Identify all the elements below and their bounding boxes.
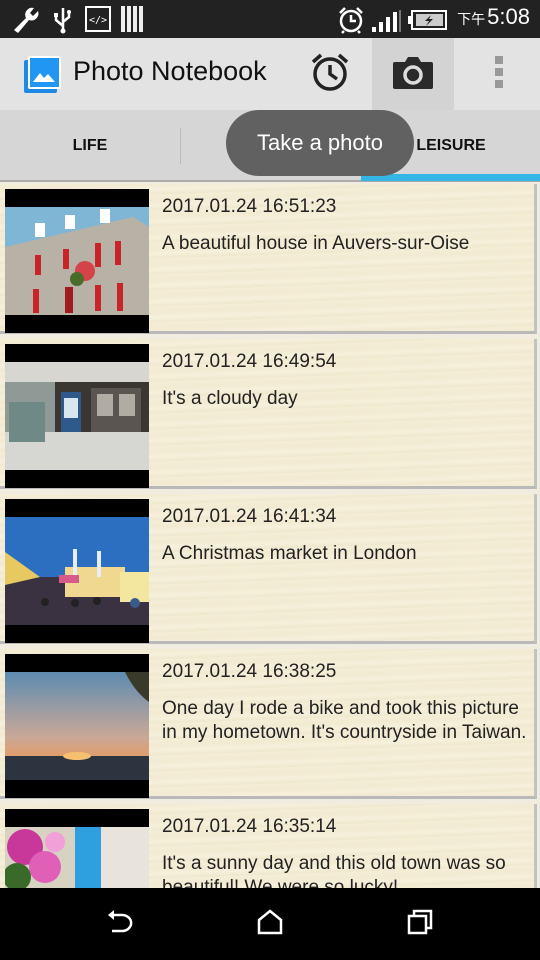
home-button[interactable] <box>240 906 300 942</box>
christmas-market-photo <box>5 517 149 625</box>
navigation-bar <box>0 888 540 960</box>
status-bar: </> 下午5:08 <box>0 0 540 38</box>
entry-description: One day I rode a bike and took this pict… <box>162 698 527 743</box>
camera-icon <box>392 54 434 94</box>
battery-charging-icon <box>408 10 448 34</box>
shopfront-photo <box>5 362 149 470</box>
photo-thumbnail[interactable] <box>5 499 149 643</box>
more-vert-icon <box>494 56 504 92</box>
entry-description: It's a sunny day and this old town was s… <box>162 853 506 888</box>
alarm-button[interactable] <box>289 38 371 110</box>
usb-icon <box>52 6 74 38</box>
photo-thumbnail[interactable] <box>5 189 149 333</box>
svg-text:</>: </> <box>89 15 107 26</box>
entry-description: It's a cloudy day <box>162 388 298 409</box>
clock-time: 5:08 <box>487 4 530 29</box>
sunset-photo <box>5 672 149 780</box>
signal-icon <box>372 10 402 36</box>
entry-description: A beautiful house in Auvers-sur-Oise <box>162 233 470 254</box>
entry-description: A Christmas market in London <box>162 543 417 564</box>
wrench-icon <box>10 6 42 38</box>
action-bar: Photo Notebook <box>0 38 540 110</box>
list-item[interactable]: 2017.01.24 16:35:14 It's a sunny day and… <box>0 804 537 888</box>
alarm-icon <box>337 6 365 38</box>
clock-ampm: 下午 <box>457 11 486 27</box>
home-icon <box>257 909 283 939</box>
entry-date: 2017.01.24 16:41:34 <box>162 506 337 527</box>
app-logo-icon <box>24 56 61 93</box>
photo-thumbnail[interactable] <box>5 654 149 798</box>
alarm-clock-icon <box>309 51 351 97</box>
overflow-menu-button[interactable] <box>458 38 540 110</box>
flowers-photo <box>5 827 149 888</box>
house-photo <box>5 207 149 315</box>
photo-list[interactable]: 2017.01.24 16:51:23 A beautiful house in… <box>0 182 540 888</box>
photo-thumbnail[interactable] <box>5 344 149 488</box>
developer-code-icon: </> <box>85 6 111 36</box>
camera-button[interactable] <box>372 38 454 110</box>
toast-message: Take a photo <box>226 110 414 176</box>
back-button[interactable] <box>90 906 150 942</box>
list-item[interactable]: 2017.01.24 16:49:54 It's a cloudy day <box>0 339 537 489</box>
entry-date: 2017.01.24 16:51:23 <box>162 196 337 217</box>
barcode-icon <box>120 6 144 36</box>
status-clock: 下午5:08 <box>457 4 530 30</box>
recent-apps-icon <box>407 909 433 939</box>
entry-date: 2017.01.24 16:35:14 <box>162 816 337 837</box>
recents-button[interactable] <box>390 906 450 942</box>
list-item[interactable]: 2017.01.24 16:51:23 A beautiful house in… <box>0 184 537 334</box>
entry-date: 2017.01.24 16:38:25 <box>162 661 337 682</box>
list-item[interactable]: 2017.01.24 16:41:34 A Christmas market i… <box>0 494 537 644</box>
photo-thumbnail[interactable] <box>5 809 149 888</box>
back-icon <box>106 910 134 938</box>
tab-life[interactable]: LIFE <box>0 110 180 182</box>
entry-date: 2017.01.24 16:49:54 <box>162 351 337 372</box>
list-item[interactable]: 2017.01.24 16:38:25 One day I rode a bik… <box>0 649 537 799</box>
app-title: Photo Notebook <box>73 56 267 86</box>
